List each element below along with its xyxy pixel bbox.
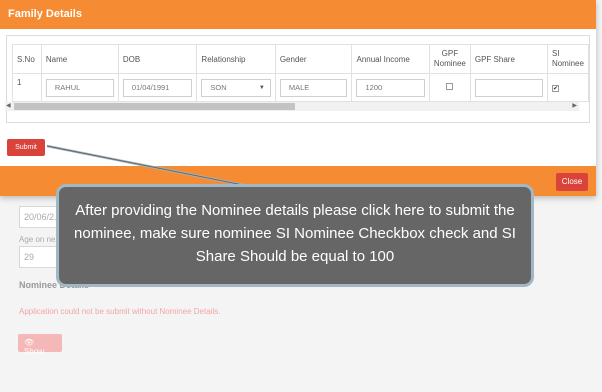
chevron-down-icon: ▼: [258, 84, 265, 91]
column-header-gpf-nominee: GPF Nominee: [428, 44, 471, 74]
gender-input[interactable]: MALE: [279, 78, 348, 97]
eye-icon: 👁: [24, 338, 35, 347]
column-header-annual-income: Annual Income: [351, 44, 430, 74]
si-nominee-checkbox[interactable]: ✔: [551, 85, 559, 92]
submit-button[interactable]: Submit: [7, 139, 45, 156]
scroll-left-icon[interactable]: ◀: [6, 102, 11, 109]
relationship-value: SON: [210, 82, 227, 92]
column-header-gpf-share: GPF Share: [469, 44, 548, 74]
show-button-label: Show: [24, 347, 45, 356]
gpf-nominee-checkbox[interactable]: [446, 83, 454, 90]
column-header-name: Name: [40, 44, 119, 74]
nominee-error-text: Application could not be submit without …: [19, 307, 221, 316]
table-header-row: S.No Name DOB Relationship Gender Annual…: [12, 44, 589, 74]
relationship-select[interactable]: SON ▼: [201, 78, 271, 97]
scroll-right-icon[interactable]: ▶: [572, 102, 577, 109]
gpf-share-input[interactable]: [474, 78, 543, 97]
dob-input[interactable]: 01/04/1991: [122, 78, 193, 97]
modal-header: Family Details: [0, 0, 596, 29]
column-header-relationship: Relationship: [196, 44, 276, 74]
column-header-sno: S.No: [12, 44, 42, 74]
column-header-gender: Gender: [274, 44, 353, 74]
row-sno: 1: [12, 73, 42, 102]
show-button[interactable]: 👁 Show: [18, 334, 62, 356]
callout-text: After providing the Nominee details plea…: [74, 202, 516, 265]
table-row: 1 RAHUL 01/04/1991 SON ▼ MALE 1200 ✔: [12, 73, 589, 102]
scrollbar-thumb[interactable]: [14, 103, 295, 110]
help-callout: After providing the Nominee details plea…: [56, 184, 534, 287]
annual-income-input[interactable]: 1200: [356, 78, 425, 97]
family-table: S.No Name DOB Relationship Gender Annual…: [12, 44, 589, 102]
modal-title: Family Details: [8, 8, 82, 20]
horizontal-scrollbar[interactable]: ◀ ▶: [5, 102, 579, 111]
column-header-dob: DOB: [117, 44, 198, 74]
name-input[interactable]: RAHUL: [45, 78, 114, 97]
column-header-si-nominee: SI Nominee: [546, 44, 589, 74]
family-details-modal: Family Details S.No Name DOB Relationshi…: [0, 0, 596, 196]
close-button[interactable]: Close: [556, 173, 588, 191]
